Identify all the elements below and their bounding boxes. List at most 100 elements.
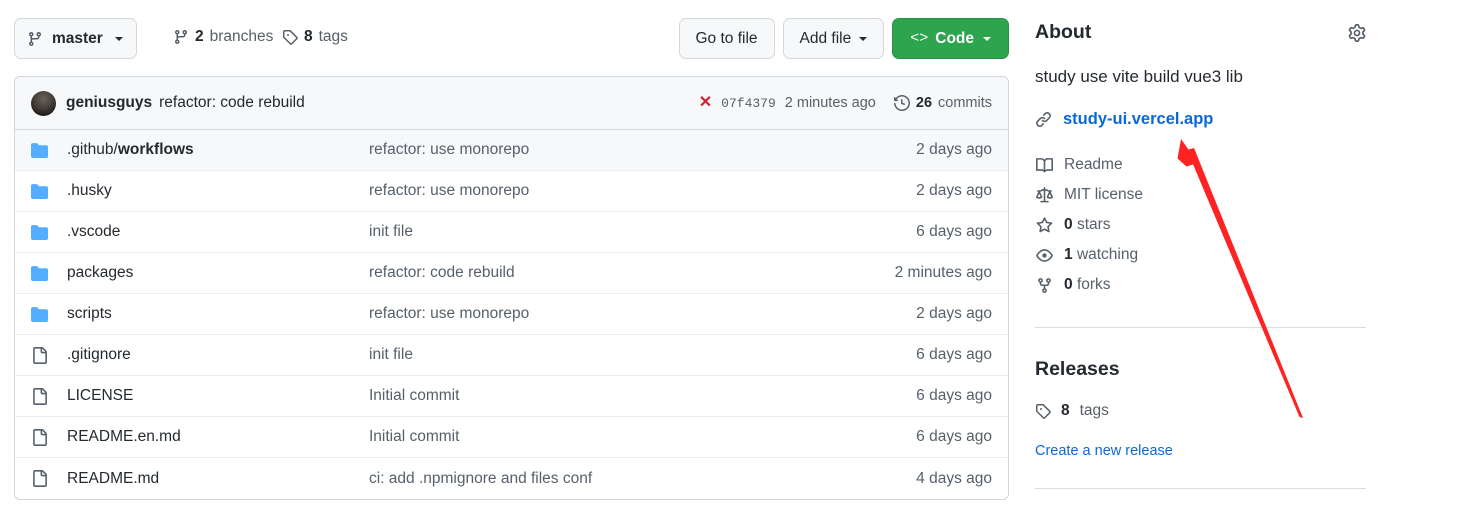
branch-selector-label: master bbox=[52, 29, 103, 47]
link-icon bbox=[1035, 111, 1052, 128]
file-icon bbox=[31, 428, 67, 446]
file-commit-message[interactable]: init file bbox=[369, 223, 916, 241]
add-file-button[interactable]: Add file bbox=[782, 18, 885, 59]
meta-value: 0 bbox=[1064, 276, 1073, 293]
history-icon bbox=[893, 95, 910, 111]
code-label: Code bbox=[935, 29, 974, 47]
law-icon bbox=[1035, 186, 1053, 204]
go-to-file-button[interactable]: Go to file bbox=[678, 18, 775, 59]
file-commit-message[interactable]: Initial commit bbox=[369, 387, 916, 405]
releases-title: Releases bbox=[1035, 358, 1120, 380]
branch-selector-button[interactable]: master bbox=[14, 18, 137, 59]
chevron-down-icon bbox=[114, 36, 123, 41]
meta-label: 0 forks bbox=[1064, 276, 1111, 293]
releases-tags-count: 8 bbox=[1061, 402, 1070, 419]
commit-meta: ✕ 07f4379 2 minutes ago 26 commits bbox=[699, 95, 992, 111]
meta-item-stars[interactable]: 0 stars bbox=[1035, 210, 1366, 240]
file-rows: .github/workflows refactor: use monorepo 2… bbox=[15, 130, 1008, 499]
releases-tags-label: tags bbox=[1079, 402, 1109, 419]
tags-link[interactable]: 8 tags bbox=[282, 28, 348, 46]
git-branch-icon bbox=[27, 31, 43, 47]
fork-icon bbox=[1035, 277, 1053, 294]
add-file-label: Add file bbox=[799, 29, 852, 47]
file-commit-date: 6 days ago bbox=[916, 346, 992, 363]
about-header: About bbox=[1035, 21, 1366, 44]
about-description: study use vite build vue3 lib bbox=[1035, 67, 1243, 86]
file-commit-date: 6 days ago bbox=[916, 428, 992, 445]
file-name[interactable]: README.en.md bbox=[67, 428, 369, 446]
file-commit-date: 6 days ago bbox=[916, 387, 992, 404]
tag-icon bbox=[1035, 403, 1051, 419]
table-row[interactable]: .gitignore init file 6 days ago bbox=[15, 335, 1008, 376]
branches-count: 2 bbox=[195, 28, 204, 45]
commit-sha[interactable]: 07f4379 bbox=[721, 96, 776, 111]
commit-message[interactable]: refactor: code rebuild bbox=[159, 94, 305, 112]
gear-icon[interactable] bbox=[1348, 23, 1366, 42]
code-brackets-icon: <> bbox=[910, 30, 929, 47]
meta-item-readme[interactable]: Readme bbox=[1035, 150, 1366, 180]
commit-time: 2 minutes ago bbox=[784, 95, 876, 111]
meta-value: 0 bbox=[1064, 216, 1073, 233]
file-name[interactable]: LICENSE bbox=[67, 387, 369, 405]
file-commit-message[interactable]: Initial commit bbox=[369, 428, 916, 446]
file-commit-date: 4 days ago bbox=[916, 469, 992, 487]
commit-author[interactable]: geniusguys bbox=[66, 94, 152, 112]
tag-icon bbox=[282, 29, 298, 45]
file-commit-message[interactable]: ci: add .npmignore and files conf bbox=[369, 470, 916, 488]
file-commit-date: 2 days ago bbox=[916, 141, 992, 158]
file-icon bbox=[31, 346, 67, 364]
meta-item-forks[interactable]: 0 forks bbox=[1035, 270, 1366, 300]
file-name[interactable]: packages bbox=[67, 264, 369, 282]
file-commit-date: 2 days ago bbox=[916, 182, 992, 199]
table-row[interactable]: .husky refactor: use monorepo 2 days ago bbox=[15, 171, 1008, 212]
meta-item-mit-license[interactable]: MIT license bbox=[1035, 180, 1366, 210]
homepage-link[interactable]: study-ui.vercel.app bbox=[1063, 110, 1213, 129]
table-row[interactable]: .vscode init file 6 days ago bbox=[15, 212, 1008, 253]
chevron-down-icon bbox=[983, 36, 991, 41]
file-commit-date: 2 days ago bbox=[916, 305, 992, 322]
tags-label: tags bbox=[318, 28, 348, 45]
file-name[interactable]: .husky bbox=[67, 182, 369, 200]
latest-commit-bar: geniusguys refactor: code rebuild ✕ 07f4… bbox=[15, 77, 1008, 130]
file-commit-date: 2 minutes ago bbox=[894, 264, 992, 281]
table-row[interactable]: .github/workflows refactor: use monorepo 2… bbox=[15, 130, 1008, 171]
file-commit-message[interactable]: refactor: use monorepo bbox=[369, 305, 916, 323]
repo-toolbar: master 2 branches 8 tags Go to file Add … bbox=[14, 18, 1009, 60]
file-name[interactable]: scripts bbox=[67, 305, 369, 323]
repo-action-buttons: Go to file Add file <> Code bbox=[678, 18, 1009, 59]
meta-label: 1 watching bbox=[1064, 246, 1139, 263]
about-title: About bbox=[1035, 21, 1092, 43]
file-name[interactable]: README.md bbox=[67, 470, 369, 488]
file-commit-message[interactable]: refactor: code rebuild bbox=[369, 264, 895, 282]
chevron-down-icon bbox=[859, 36, 868, 41]
create-new-release-link[interactable]: Create a new release bbox=[1035, 443, 1173, 459]
git-branch-icon bbox=[173, 29, 189, 45]
branches-link[interactable]: 2 branches bbox=[173, 28, 273, 46]
file-commit-message[interactable]: init file bbox=[369, 346, 916, 364]
code-button[interactable]: <> Code bbox=[892, 18, 1009, 59]
repository-page: master 2 branches 8 tags Go to file Add … bbox=[0, 0, 1465, 509]
meta-label: 0 stars bbox=[1064, 216, 1111, 233]
table-row[interactable]: README.en.md Initial commit 6 days ago bbox=[15, 417, 1008, 458]
table-row[interactable]: scripts refactor: use monorepo 2 days ago bbox=[15, 294, 1008, 335]
meta-item-watching[interactable]: 1 watching bbox=[1035, 240, 1366, 270]
repo-meta-list: Readme MIT license 0 stars 1 watching 0 fork… bbox=[1035, 150, 1366, 300]
file-commit-message[interactable]: refactor: use monorepo bbox=[369, 141, 916, 159]
file-commit-message[interactable]: refactor: use monorepo bbox=[369, 182, 916, 200]
folder-icon bbox=[31, 183, 67, 200]
sidebar-divider-1 bbox=[1035, 327, 1366, 328]
file-name[interactable]: .gitignore bbox=[67, 346, 369, 364]
table-row[interactable]: LICENSE Initial commit 6 days ago bbox=[15, 376, 1008, 417]
x-icon[interactable]: ✕ bbox=[699, 95, 712, 111]
folder-icon bbox=[31, 142, 67, 159]
commits-count-link[interactable]: 26 commits bbox=[893, 95, 992, 111]
table-row[interactable]: README.md ci: add .npmignore and files co… bbox=[15, 458, 1008, 499]
sidebar-divider-2 bbox=[1035, 488, 1366, 489]
table-row[interactable]: packages refactor: code rebuild 2 minutes … bbox=[15, 253, 1008, 294]
avatar[interactable] bbox=[31, 90, 56, 116]
releases-tags-link[interactable]: 8 tags bbox=[1035, 402, 1109, 420]
file-name[interactable]: .github/workflows bbox=[67, 141, 369, 159]
file-icon bbox=[31, 387, 67, 405]
file-name[interactable]: .vscode bbox=[67, 223, 369, 241]
repo-content-column: master 2 branches 8 tags Go to file Add … bbox=[0, 0, 1014, 509]
